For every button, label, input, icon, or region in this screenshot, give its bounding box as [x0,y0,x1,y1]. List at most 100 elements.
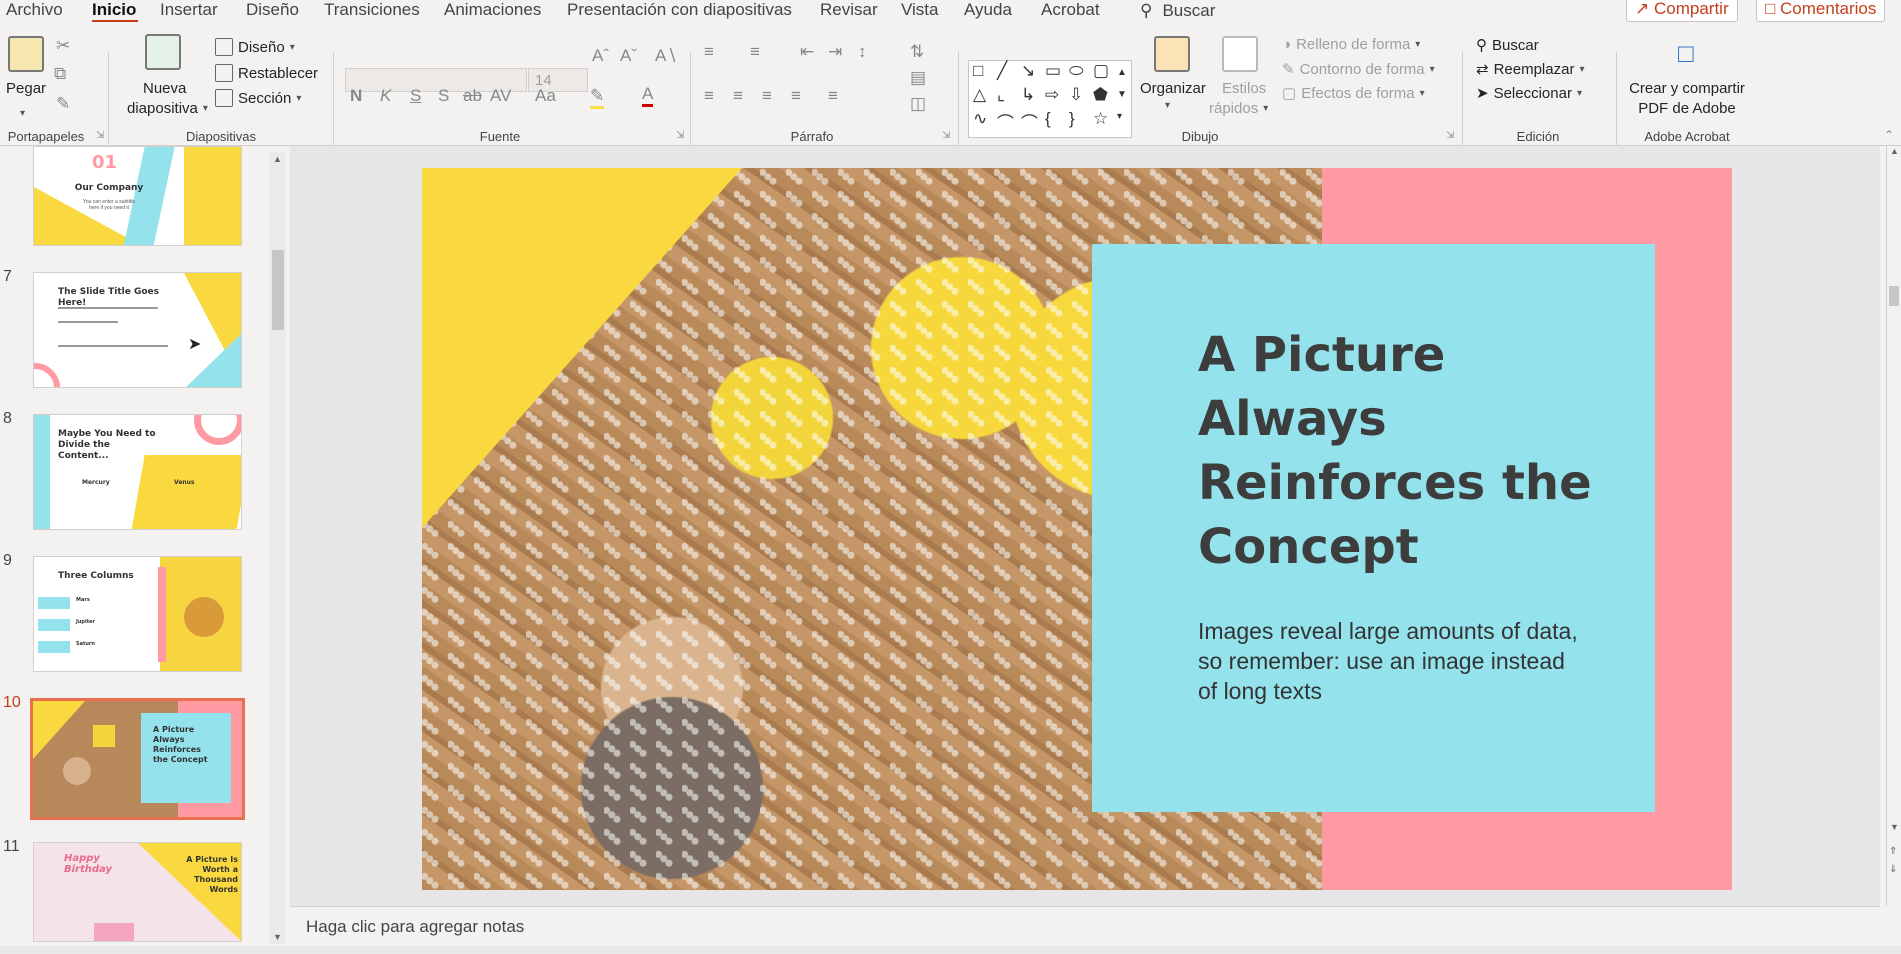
shadow-button[interactable]: S [438,86,449,106]
next-slide-icon[interactable]: ⇓ [1889,864,1897,875]
align-text-icon[interactable]: ▤ [910,68,926,88]
menu-diseno[interactable]: Diseño [246,0,299,22]
notes-pane[interactable]: Haga clic para agregar notas [290,906,1880,946]
dialog-launcher-icon[interactable]: ⇲ [942,130,950,141]
select-button[interactable]: ➤ Seleccionar ▾ [1476,84,1582,103]
editor-scrollbar[interactable]: ▲ ▼ ⇑ ⇓ [1886,146,1901,906]
scroll-down-icon[interactable]: ▼ [1890,822,1899,832]
slide-thumbnail-11[interactable]: Happy Birthday A Picture Is Worth a Thou… [33,842,242,942]
reset-button[interactable]: Restablecer [215,64,318,82]
quick-styles-button[interactable]: rápidos ▾ [1209,100,1268,117]
justify-icon[interactable]: ≡ [791,86,801,106]
replace-button[interactable]: ⇄ Reemplazar ▾ [1476,60,1584,79]
slide-thumbnail-6[interactable]: 01 Our Company You can enter a subtitle … [33,146,242,246]
arrange-dropdown-icon[interactable]: ▾ [1165,100,1170,111]
shape-fill-button[interactable]: ◑ Relleno de forma ▾ [1282,36,1420,53]
line-spacing-icon[interactable]: ↕ [858,42,867,62]
font-color-button[interactable]: A [642,84,654,107]
cut-icon[interactable]: ✂ [56,36,70,56]
align-center-icon[interactable]: ≡ [733,86,743,106]
collapse-ribbon-icon[interactable]: ⌃ [1884,128,1894,142]
slide-thumbnail-10[interactable]: A Picture Always Reinforces the Concept [30,698,245,820]
slide-thumbnail-7[interactable]: The Slide Title Goes Here! [33,272,242,388]
increase-indent-icon[interactable]: ⇥ [828,42,842,62]
slide-thumbnail-8[interactable]: Maybe You Need to Divide the Content... … [33,414,242,530]
menu-vista[interactable]: Vista [901,0,939,22]
arrange-button[interactable]: Organizar [1140,80,1206,97]
design-button[interactable]: Diseño ▾ [215,38,295,56]
dialog-launcher-icon[interactable]: ⇲ [1446,130,1454,141]
columns-icon[interactable]: ≡ [828,86,838,106]
down-arrow-icon: ⇩ [1069,85,1084,104]
group-label-parrafo: Párrafo [790,129,834,144]
shape-effects-button[interactable]: ▢ Efectos de forma ▾ [1282,84,1425,103]
menu-acrobat[interactable]: Acrobat [1041,0,1100,22]
shrink-font-icon[interactable]: Aˇ [620,46,637,66]
slide-body-text[interactable]: Images reveal large amounts of data, so … [1198,616,1578,706]
menu-transiciones[interactable]: Transiciones [324,0,420,22]
comments-button[interactable]: □ Comentarios [1756,0,1886,22]
thumb-title: A Picture Always Reinforces the Concept [153,725,208,764]
underline-button[interactable]: S [410,86,421,106]
thumb-title: A Picture Is Worth a Thousand Words [186,855,238,894]
grow-font-icon[interactable]: Aˆ [592,46,609,66]
create-pdf-button[interactable]: PDF de Adobe [1629,100,1745,117]
find-button[interactable]: ⚲ Buscar [1476,36,1539,55]
section-button[interactable]: Sección ▾ [215,89,301,107]
shapes-gallery[interactable]: □ ╱ ↘ ▭ ⬭ ▢ △ ⌞ ↳ ⇨ ⇩ ⬟ ∿ ⌒ ⌒ { } ☆ ▲ ▼ … [968,60,1132,138]
text-direction-icon[interactable]: ⇅ [910,42,924,62]
numbering-icon[interactable]: ≡ [750,42,760,62]
align-right-icon[interactable]: ≡ [762,86,772,106]
menu-insertar[interactable]: Insertar [160,0,218,22]
slide-number-9: 9 [3,552,12,569]
yellow-triangle-shape[interactable] [422,168,742,528]
bold-button[interactable]: N [350,86,362,106]
scroll-down-icon[interactable]: ▼ [273,932,282,942]
new-slide-button[interactable]: diapositiva ▾ [127,100,208,117]
clear-format-icon[interactable]: A∖ [655,46,677,66]
group-label-diapositivas: Diapositivas [185,129,257,144]
scroll-up-icon[interactable]: ▲ [273,154,282,164]
menu-revisar[interactable]: Revisar [820,0,878,22]
decrease-indent-icon[interactable]: ⇤ [800,42,814,62]
shape-outline-button[interactable]: ✎ Contorno de forma ▾ [1282,60,1435,79]
menu-archivo[interactable]: Archivo [6,0,63,22]
slide-thumbnail-9[interactable]: Three Columns Mars Jupiter Saturn [33,556,242,672]
menu-presentacion[interactable]: Presentación con diapositivas [567,0,792,22]
share-icon: ↗ [1635,0,1650,18]
new-slide-line1[interactable]: Nueva [143,80,186,97]
oval-icon: ⬭ [1069,61,1084,80]
slide-canvas[interactable]: A Picture Always Reinforces the Concept … [422,168,1732,890]
line-icon: ╱ [997,61,1008,80]
menu-ayuda[interactable]: Ayuda [964,0,1012,22]
menu-animaciones[interactable]: Animaciones [444,0,541,22]
highlight-icon[interactable]: ✎ [590,86,605,109]
scroll-up-icon[interactable]: ▲ [1890,146,1899,156]
format-painter-icon[interactable]: ✎ [56,94,70,114]
editor-scroll-thumb[interactable] [1889,286,1899,306]
previous-slide-icon[interactable]: ⇑ [1889,846,1897,857]
italic-button[interactable]: K [380,86,391,106]
dialog-launcher-icon[interactable]: ⇲ [96,130,104,141]
thumbnail-scroll-thumb[interactable] [272,250,284,330]
quick-styles-line1[interactable]: Estilos [1222,80,1266,97]
paste-dropdown-icon[interactable]: ▾ [20,108,25,119]
strikethrough-button[interactable]: ab [463,86,482,106]
smartart-icon[interactable]: ◫ [910,94,926,114]
copy-icon[interactable]: ⧉ [54,64,66,84]
thumbnail-pane: 01 Our Company You can enter a subtitle … [0,146,290,946]
paste-button[interactable]: Pegar [6,80,46,97]
share-button[interactable]: ↗ Compartir [1626,0,1738,22]
align-left-icon[interactable]: ≡ [704,86,714,106]
rectangle-icon: ▭ [1045,61,1062,80]
dialog-launcher-icon[interactable]: ⇲ [676,130,684,141]
menu-inicio[interactable]: Inicio [92,0,136,22]
bullets-icon[interactable]: ≡ [704,42,714,62]
section-icon [215,89,233,107]
thumb-item: Saturn [76,641,95,647]
create-pdf-line1[interactable]: Crear y compartir [1629,80,1745,97]
slide-title[interactable]: A Picture Always Reinforces the Concept [1198,323,1618,579]
change-case-button[interactable]: Aa [535,86,556,106]
search-box[interactable]: ⚲ Buscar [1140,0,1215,22]
char-spacing-button[interactable]: AV [490,86,511,106]
